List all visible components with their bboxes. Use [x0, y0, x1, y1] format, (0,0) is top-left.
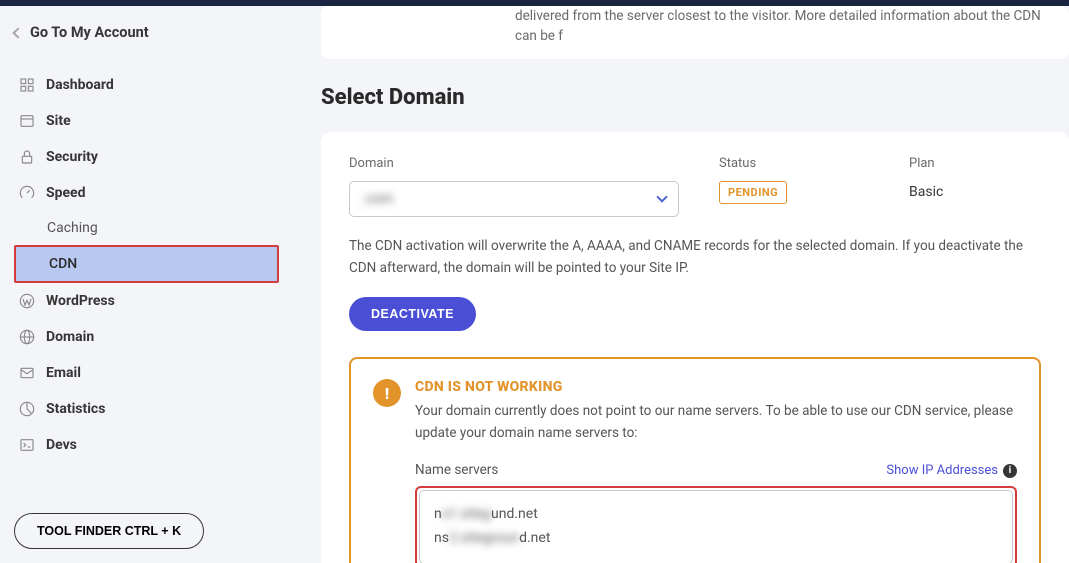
info-banner-text: delivered from the server closest to the… [335, 6, 1055, 47]
sidebar-item-label: Site [46, 113, 71, 129]
sidebar-subitem-caching[interactable]: Caching [14, 211, 279, 245]
gauge-icon [18, 184, 36, 202]
mail-icon [18, 364, 36, 382]
page-title: Select Domain [321, 85, 1069, 110]
window-icon [18, 112, 36, 130]
account-back-link[interactable]: Go To My Account [14, 24, 279, 41]
chevron-left-icon [12, 27, 23, 38]
main-content: delivered from the server closest to the… [293, 6, 1069, 563]
info-icon: i [1003, 464, 1017, 478]
domain-select[interactable]: .com [349, 181, 679, 217]
plan-label: Plan [909, 156, 1041, 171]
show-ip-link[interactable]: Show IP Addresses i [886, 463, 1017, 478]
warning-title: CDN IS NOT WORKING [415, 379, 1017, 395]
account-back-label: Go To My Account [30, 24, 149, 41]
warning-icon: ! [373, 379, 401, 407]
warning-description: Your domain currently does not point to … [415, 401, 1017, 444]
domain-card: Domain .com Status PENDING Plan Basic Th… [321, 132, 1069, 563]
chart-icon [18, 400, 36, 418]
sidebar-item-label: CDN [49, 256, 77, 272]
sidebar-item-label: Dashboard [46, 77, 114, 93]
show-ip-label: Show IP Addresses [886, 463, 998, 478]
nameserver-2: ns2.siteground.net [434, 527, 998, 551]
domain-label: Domain [349, 156, 679, 171]
sidebar-nav: Dashboard Site Security Speed Caching CD… [14, 67, 279, 463]
deactivate-button[interactable]: DEACTIVATE [349, 297, 476, 331]
plan-value: Basic [909, 184, 943, 200]
sidebar-item-devs[interactable]: Devs [14, 427, 279, 463]
nameservers-label: Name servers [415, 462, 498, 478]
sidebar: Go To My Account Dashboard Site Security… [0, 6, 293, 563]
warning-box: ! CDN IS NOT WORKING Your domain current… [349, 357, 1041, 563]
globe-icon [18, 328, 36, 346]
sidebar-item-label: WordPress [46, 293, 115, 309]
grid-icon [18, 76, 36, 94]
nameservers-box: ns1.sitegund.net ns2.siteground.net [415, 486, 1017, 563]
status-badge: PENDING [719, 181, 787, 204]
sidebar-item-label: Statistics [46, 401, 105, 417]
sidebar-item-label: Devs [46, 437, 77, 453]
wordpress-icon [18, 292, 36, 310]
sidebar-item-site[interactable]: Site [14, 103, 279, 139]
tool-finder-button[interactable]: TOOL FINDER CTRL + K [14, 513, 204, 549]
help-text: The CDN activation will overwrite the A,… [349, 235, 1041, 280]
sidebar-item-label: Domain [46, 329, 94, 345]
info-banner: delivered from the server closest to the… [321, 6, 1069, 59]
sidebar-item-statistics[interactable]: Statistics [14, 391, 279, 427]
terminal-icon [18, 436, 36, 454]
sidebar-item-dashboard[interactable]: Dashboard [14, 67, 279, 103]
sidebar-subitem-cdn[interactable]: CDN [14, 245, 279, 283]
status-label: Status [719, 156, 869, 171]
sidebar-item-label: Security [46, 149, 98, 165]
lock-icon [18, 148, 36, 166]
sidebar-item-security[interactable]: Security [14, 139, 279, 175]
sidebar-item-label: Speed [46, 185, 86, 201]
nameserver-1: ns1.sitegund.net [434, 503, 998, 527]
chevron-down-icon [656, 191, 667, 202]
sidebar-item-wordpress[interactable]: WordPress [14, 283, 279, 319]
sidebar-item-domain[interactable]: Domain [14, 319, 279, 355]
domain-select-value: .com [362, 191, 393, 207]
sidebar-item-label: Caching [47, 220, 98, 236]
sidebar-item-label: Email [46, 365, 81, 381]
sidebar-item-email[interactable]: Email [14, 355, 279, 391]
sidebar-item-speed[interactable]: Speed [14, 175, 279, 211]
